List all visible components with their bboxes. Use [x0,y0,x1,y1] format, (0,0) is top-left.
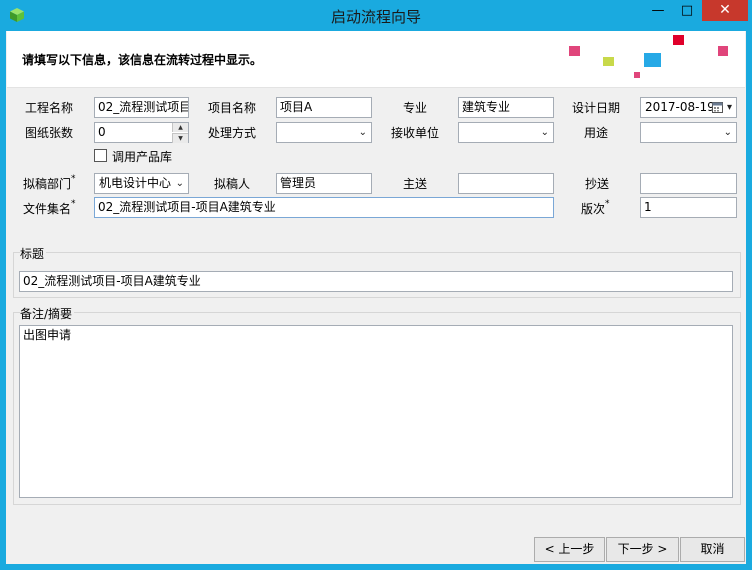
decoration-square [673,35,684,45]
drawing-count-label: 图纸张数 [25,126,74,140]
calendar-icon[interactable] [712,102,723,113]
cancel-button[interactable]: 取消 [680,537,745,562]
item-name-label: 项目名称 [208,101,257,115]
version-field[interactable]: 1 [640,197,737,218]
window-title: 启动流程向导 [330,8,421,26]
file-set-name-field[interactable]: 02_流程测试项目-项目A建筑专业 [94,197,554,218]
previous-button[interactable]: < 上一步 [534,537,605,562]
project-name-field[interactable]: 02_流程测试项目 [94,97,189,118]
required-mark: * [71,199,76,209]
spin-down-icon[interactable]: ▼ [172,133,188,143]
required-mark: * [605,199,610,209]
chevron-down-icon: ⌄ [358,127,367,138]
chevron-down-icon: ⌄ [175,178,184,189]
title-field[interactable]: 02_流程测试项目-项目A建筑专业 [19,271,733,292]
specialty-label: 专业 [403,101,428,115]
minimize-button[interactable]: — [643,0,673,21]
purpose-label: 用途 [584,126,609,140]
main-send-label: 主送 [403,177,428,191]
design-date-value: 2017-08-19 [645,100,715,114]
decoration-square [634,72,640,78]
item-name-field[interactable]: 项目A [276,97,372,118]
use-product-lib-checkbox[interactable] [94,149,107,162]
receiving-unit-select[interactable]: ⌄ [458,122,554,143]
main-send-field[interactable] [458,173,554,194]
draft-dept-label: 拟稿部门* [23,174,76,191]
decoration-square [603,57,614,66]
design-date-picker[interactable]: 2017-08-19 ▾ [640,97,737,118]
project-name-label: 工程名称 [25,101,74,115]
version-label: 版次* [581,199,610,216]
next-button[interactable]: 下一步 > [606,537,679,562]
chevron-down-icon: ⌄ [723,127,732,138]
instruction-text: 请填写以下信息，该信息在流转过程中显示。 [22,53,263,67]
chevron-down-icon: ⌄ [540,127,549,138]
required-mark: * [71,174,76,184]
drawing-count-stepper[interactable]: 0 ▲ ▼ [94,122,189,143]
draft-dept-value: 机电设计中心 [99,176,172,190]
draft-dept-select[interactable]: 机电设计中心 ⌄ [94,173,189,194]
handling-method-label: 处理方式 [208,126,257,140]
drawing-count-value: 0 [98,125,106,139]
use-product-lib-label[interactable]: 调用产品库 [112,148,172,165]
drafter-field[interactable]: 管理员 [276,173,372,194]
purpose-select[interactable]: ⌄ [640,122,737,143]
decoration-square [569,46,580,56]
chevron-down-icon[interactable]: ▾ [727,100,732,115]
close-button[interactable]: ✕ [702,0,748,21]
cc-label: 抄送 [585,177,610,191]
remarks-group-label: 备注/摘要 [20,305,75,322]
spin-up-icon[interactable]: ▲ [172,123,188,132]
drafter-label: 拟稿人 [214,177,251,191]
title-group-label: 标题 [20,245,47,262]
remarks-textarea[interactable]: 出图申请 [19,325,733,498]
design-date-label: 设计日期 [572,101,621,115]
specialty-field[interactable]: 建筑专业 [458,97,554,118]
maximize-button[interactable]: □ [673,0,701,21]
receiving-unit-label: 接收单位 [391,126,440,140]
cc-field[interactable] [640,173,737,194]
handling-method-select[interactable]: ⌄ [276,122,372,143]
decoration-square [644,53,661,67]
decoration-square [718,46,728,56]
file-set-name-label: 文件集名* [23,199,76,216]
